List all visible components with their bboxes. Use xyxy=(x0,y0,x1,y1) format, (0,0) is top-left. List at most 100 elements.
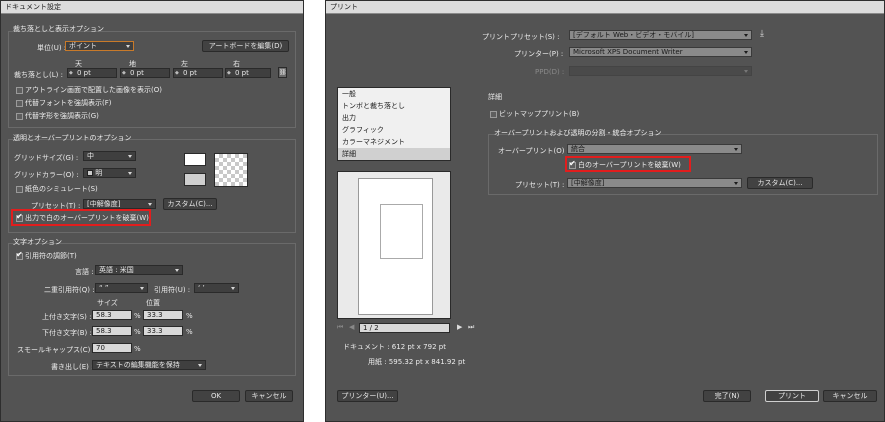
page-thumbnail xyxy=(358,178,433,315)
chevron-down-icon xyxy=(128,172,132,175)
chevron-down-icon xyxy=(198,364,202,367)
print-dialog: プリント プリントプリセット(S) : [デフォルト Web・ビデオ・モバイル]… xyxy=(325,0,885,422)
transparency-group-title: 透明とオーバープリントのオプション xyxy=(13,134,132,142)
chevron-down-icon xyxy=(744,70,748,73)
outline-images-checkbox[interactable]: アウトライン画面で配置した画像を表示(O) xyxy=(16,86,162,94)
next-page-icon[interactable]: ▶ xyxy=(457,323,462,331)
chevron-down-icon xyxy=(126,45,130,48)
print-preset-label: プリントプリセット(S) : xyxy=(482,33,560,41)
bleed-left-input[interactable]: 0 pt xyxy=(173,68,223,78)
simulate-paper-checkbox[interactable]: 紙色のシミュレート(S) xyxy=(16,185,98,193)
done-button[interactable]: 完了(N) xyxy=(703,390,751,402)
ok-button[interactable]: OK xyxy=(192,390,240,402)
chevron-down-icon xyxy=(128,155,132,158)
ppd-dropdown xyxy=(569,66,752,76)
subscript-size-input[interactable]: 58.3 xyxy=(92,326,132,336)
subscript-label: 下付き文字(B) : xyxy=(42,329,92,337)
bleed-label: 裁ち落とし(L) : xyxy=(14,71,63,79)
print-preview xyxy=(337,171,451,319)
language-dropdown[interactable]: 英語 : 米国 xyxy=(95,265,183,275)
category-list[interactable]: 一般 トンボと裁ち落とし 出力 グラフィック カラーマネジメント 詳細 xyxy=(337,87,451,161)
print-button[interactable]: プリント xyxy=(765,390,819,402)
advanced-heading: 詳細 xyxy=(488,93,502,101)
first-page-icon[interactable]: ⏮ xyxy=(337,323,343,332)
export-dropdown[interactable]: テキストの編集機能を保持 xyxy=(92,360,206,370)
grid-color-swatch-white[interactable] xyxy=(184,153,206,166)
percent-label: % xyxy=(186,312,193,320)
preset-label: プリセット(T) : xyxy=(515,181,565,189)
highlight-box xyxy=(565,156,691,172)
document-setup-dialog: ドキュメント設定 裁ち落としと表示オプション 単位(U) : ポイント アートボ… xyxy=(0,0,304,422)
ppd-label: PPD(D) : xyxy=(535,68,565,76)
export-label: 書き出し(E) : xyxy=(51,363,94,371)
superscript-position-input[interactable]: 33.3 xyxy=(143,310,183,320)
unit-dropdown[interactable]: ポイント xyxy=(65,41,134,51)
superscript-size-input[interactable]: 58.3 xyxy=(92,310,132,320)
single-quotes-label: 引用符(U) : xyxy=(154,286,191,294)
chevron-down-icon xyxy=(744,34,748,37)
smallcaps-label: スモールキャップス(C) : xyxy=(17,346,95,354)
typo-quotes-checkbox[interactable]: ✔ 引用符の調節(T) xyxy=(16,250,77,260)
custom-button[interactable]: カスタム(C)... xyxy=(747,177,813,189)
grid-size-dropdown[interactable]: 中 xyxy=(83,151,136,161)
language-label: 言語 : xyxy=(75,268,94,276)
checkmark-icon: ✔ xyxy=(16,250,23,259)
single-quotes-dropdown[interactable]: ‘ ’ xyxy=(194,283,239,293)
overprint-dropdown[interactable]: 統合 xyxy=(567,144,742,154)
flattener-preset-dropdown[interactable]: [中解像度] xyxy=(83,199,156,209)
bleed-group-title: 裁ち落としと表示オプション xyxy=(13,25,104,33)
cancel-button[interactable]: キャンセル xyxy=(245,390,293,402)
printer-button[interactable]: プリンター(U)... xyxy=(337,390,398,402)
highlight-fonts-checkbox[interactable]: 代替フォントを強調表示(F) xyxy=(16,99,112,107)
overprint-group-title: オーバープリントおよび透明の分割・統合オプション xyxy=(494,129,662,137)
media-size-info: 用紙 : 595.32 pt x 841.92 pt xyxy=(368,358,466,366)
cancel-button[interactable]: キャンセル xyxy=(823,390,877,402)
printer-dropdown[interactable]: Microsoft XPS Document Writer xyxy=(569,47,752,57)
chevron-down-icon xyxy=(231,287,235,290)
list-item[interactable]: トンボと裁ち落とし xyxy=(338,100,450,112)
bitmap-printing-checkbox[interactable]: ビットマッププリント(B) xyxy=(490,110,579,118)
list-item[interactable]: グラフィック xyxy=(338,124,450,136)
unit-label: 単位(U) : xyxy=(37,44,67,52)
last-page-icon[interactable]: ⏭ xyxy=(468,323,474,332)
percent-label: % xyxy=(134,312,141,320)
document-size-info: ドキュメント : 612 pt x 792 pt xyxy=(343,343,446,351)
percent-label: % xyxy=(134,328,141,336)
artboard-frame xyxy=(380,204,423,259)
list-item[interactable]: 一般 xyxy=(338,88,450,100)
smallcaps-input[interactable]: 70 xyxy=(92,343,132,353)
dialog-title: プリント xyxy=(326,1,884,14)
percent-label: % xyxy=(134,345,141,353)
highlight-glyphs-checkbox[interactable]: 代替字形を強調表示(G) xyxy=(16,112,99,120)
chevron-down-icon xyxy=(148,203,152,206)
flattener-preset-dropdown[interactable]: [中解像度] xyxy=(567,178,742,188)
position-column-header: 位置 xyxy=(146,299,160,307)
grid-color-label: グリッドカラー(O) : xyxy=(14,171,79,179)
list-item[interactable]: カラーマネジメント xyxy=(338,136,450,148)
bleed-top-input[interactable]: 0 pt xyxy=(67,68,117,78)
page-number-field[interactable]: 1 / 2 xyxy=(359,323,450,333)
list-item[interactable]: 出力 xyxy=(338,112,450,124)
color-chip-icon xyxy=(87,170,93,176)
bleed-bottom-input[interactable]: 0 pt xyxy=(120,68,170,78)
list-item[interactable]: 詳細 xyxy=(338,148,450,160)
custom-button[interactable]: カスタム(C)... xyxy=(163,198,217,210)
chevron-down-icon xyxy=(744,51,748,54)
grid-color-swatch-gray[interactable] xyxy=(184,173,206,186)
double-quotes-dropdown[interactable]: “ ” xyxy=(95,283,148,293)
bleed-right-input[interactable]: 0 pt xyxy=(225,68,271,78)
save-preset-icon[interactable]: ⤓ xyxy=(760,29,764,39)
previous-page-icon[interactable]: ◀ xyxy=(349,323,354,331)
chevron-down-icon xyxy=(734,148,738,151)
chevron-down-icon xyxy=(175,269,179,272)
link-chain-icon[interactable]: ⛓ xyxy=(278,67,287,78)
print-preset-dropdown[interactable]: [デフォルト Web・ビデオ・モバイル] xyxy=(569,30,752,40)
percent-label: % xyxy=(186,328,193,336)
grid-color-dropdown[interactable]: 明 xyxy=(83,168,136,178)
dialog-title: ドキュメント設定 xyxy=(1,1,303,14)
edit-artboards-button[interactable]: アートボードを編集(D) xyxy=(202,40,289,52)
subscript-position-input[interactable]: 33.3 xyxy=(143,326,183,336)
size-column-header: サイズ xyxy=(97,299,118,307)
chevron-down-icon xyxy=(140,287,144,290)
superscript-label: 上付き文字(S) : xyxy=(42,313,92,321)
